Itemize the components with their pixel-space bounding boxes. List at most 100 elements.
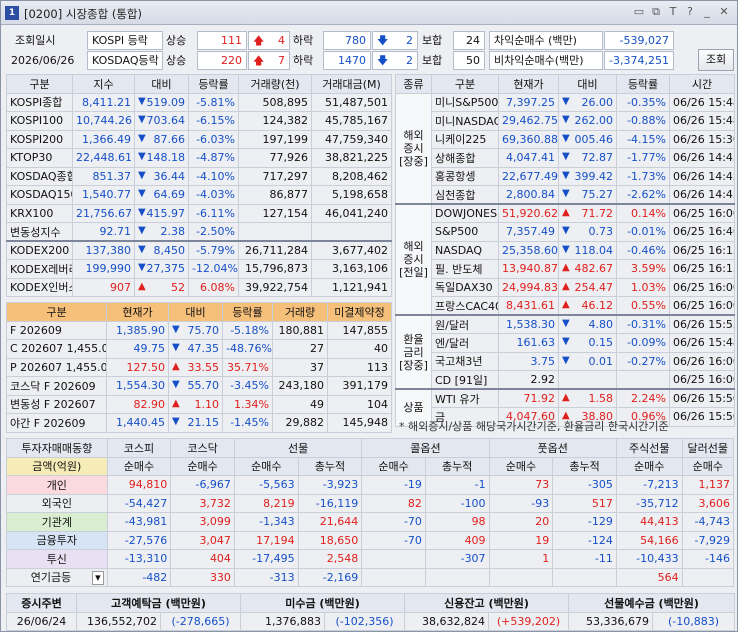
investor-value: -54,427 xyxy=(106,493,172,513)
investor-row[interactable]: 개인 94,810 -6,967 -5,563 -3,923 -19 -1 73 -305 -7,… xyxy=(6,475,735,495)
index-value: 1,366.49 xyxy=(72,129,135,149)
change-value: 1.10 xyxy=(194,397,220,411)
change-value: 47.35 xyxy=(187,342,220,356)
index-row[interactable]: KODEX200 137,380 ▼ 8,450 -5.79% 26,711,284 3,6… xyxy=(6,240,392,260)
futures-pct: -1.45% xyxy=(222,413,273,433)
change-cell: ▼ 703.64 xyxy=(134,111,189,131)
investor-value: 3,099 xyxy=(170,512,235,532)
global-row[interactable]: 독일DAX30 24,994.83 ▲ 254.47 1.03% 06/25 16:00 xyxy=(396,277,735,297)
query-button[interactable]: 조회 xyxy=(698,49,734,71)
global-row[interactable]: 국고채3년 3.75 ▼ 0.01 -0.27% 06/26 16:00 xyxy=(396,351,735,371)
index-row[interactable]: KTOP30 22,448.61 ▼ 148.18 -4.87% 77,926 38,821… xyxy=(6,148,392,168)
investor-row[interactable]: 외국인 -54,427 3,732 8,219 -16,119 82 -100 -93 517-… xyxy=(6,493,735,513)
global-row[interactable]: 홍콩항셍 22,677.49 ▼ 399.42 -1.73% 06/26 14:43 xyxy=(396,166,735,186)
change-cell: ▼ 4.80 xyxy=(558,314,617,334)
global-row[interactable]: 필. 반도체 13,940.87 ▲ 482.67 3.59% 06/25 16:15 xyxy=(396,259,735,279)
global-row[interactable]: 해외 증시 [전일] DOWJONES 51,920.62 ▲ 71.72 0.14% 06… xyxy=(395,203,735,316)
futures-row[interactable]: C 202607 1,455.0 49.75 ▼ 47.35 -48.76% 27 40 xyxy=(6,339,392,359)
global-row[interactable]: 상품 WTI 유가 71.92 ▲ 1.58 2.24% 06/26 15:50 xyxy=(395,388,735,427)
triangle-down-icon: ▼ xyxy=(138,188,146,200)
investor-value xyxy=(424,567,490,587)
global-name: 원/달러 xyxy=(431,314,499,334)
investor-value: -3,923 xyxy=(297,475,363,495)
global-row[interactable]: 미니NASDAQ 29,462.75 ▼ 262.00 -0.88% 06/26 15:4… xyxy=(396,111,735,131)
investor-row[interactable]: 금융투자 -27,576 3,047 17,194 18,650 -70 409 19 -124… xyxy=(6,530,735,550)
index-name: KOSDAQ150 xyxy=(6,185,73,205)
index-volume: 77,926 xyxy=(238,148,312,168)
global-row[interactable]: 프랑스CAC40 8,431.61 ▲ 46.12 0.55% 06/25 16:00 xyxy=(396,296,735,316)
index-row[interactable]: KODEX인버스 907 ▲ 52 6.08% 39,922,754 1,121,941 xyxy=(6,277,392,297)
global-name: DOWJONES xyxy=(431,203,499,223)
global-row[interactable]: 니케이225 69,360.88 ▼ 005.46 -4.15% 06/26 15:30 xyxy=(396,129,735,149)
index-pct: -5.79% xyxy=(188,240,239,260)
change-value: 415.97 xyxy=(146,206,186,220)
triangle-down-icon: ▼ xyxy=(562,354,570,366)
triangle-down-icon: ▼ xyxy=(138,114,146,126)
global-time: 06/26 15:53 xyxy=(669,314,735,334)
copy-icon[interactable]: ⧉ xyxy=(649,5,663,19)
index-row[interactable]: KODEX레버리 199,990 ▼ 27,375 -12.04% 15,796,873 3… xyxy=(6,259,392,279)
triangle-down-icon: ▼ xyxy=(138,262,146,274)
futures-open-interest: 40 xyxy=(327,339,392,359)
close-icon[interactable]: ✕ xyxy=(717,5,731,19)
investor-value: -6,967 xyxy=(170,475,235,495)
investor-subheader-2: 순매수 xyxy=(233,456,299,476)
index-value: 851.37 xyxy=(72,166,135,186)
global-pct: -0.27% xyxy=(616,351,670,371)
futures-row[interactable]: 코스닥 F 202609 1,554.30 ▼ 55.70 -3.45% 243,180 3… xyxy=(6,376,392,396)
triangle-down-icon: ▼ xyxy=(562,225,570,237)
investor-row[interactable]: 연기금등 ▾ -482 330 -313 -2,169 564 xyxy=(6,567,735,587)
change-value: 482.67 xyxy=(574,262,614,276)
global-group-label: 해외 증시 [장중] xyxy=(395,92,432,205)
global-value: 71.92 xyxy=(498,388,559,408)
global-row[interactable]: CD [91일] 2.92 06/25 16:00 xyxy=(396,370,735,390)
global-row[interactable]: 상해종합 4,047.41 ▼ 72.87 -1.77% 06/26 14:43 xyxy=(396,148,735,168)
minimize-icon[interactable]: _ xyxy=(700,5,714,19)
futures-row[interactable]: F 202609 1,385.90 ▼ 75.70 -5.18% 180,881 147,8… xyxy=(6,320,392,340)
investor-name: 금융투자 xyxy=(6,530,108,550)
investor-value: 73 xyxy=(488,475,554,495)
index-row[interactable]: KOSPI200 1,366.49 ▼ 87.66 -6.03% 197,199 47,75… xyxy=(6,129,392,149)
futures-header-5: 미결제약정 xyxy=(327,302,392,322)
global-row[interactable]: 환율 금리 [장중] 원/달러 1,538.30 ▼ 4.80 -0.31% 06/26 1… xyxy=(395,314,735,390)
text-icon[interactable]: T xyxy=(666,5,680,19)
futures-row[interactable]: 변동성 F 202607 82.90 ▲ 1.10 1.34% 49 104 xyxy=(6,394,392,414)
futures-table: 구분 현재가 대비 등락률 거래량 미결제약정 F 202609 1,385.90 ▼ 75.7… xyxy=(6,302,392,433)
futures-row[interactable]: 야간 F 202609 1,440.45 ▼ 21.15 -1.45% 29,882 145… xyxy=(6,413,392,433)
dropdown-arrow-icon[interactable]: ▾ xyxy=(92,571,104,586)
investor-row[interactable]: 투신 -13,310 404 -17,495 2,548 -307 1 -11 -10,433-… xyxy=(6,549,735,569)
global-row[interactable]: NASDAQ 25,358.60 ▼ 118.04 -0.46% 06/25 16:15 xyxy=(396,240,735,260)
query-date-value[interactable]: 2026/06/26 xyxy=(11,51,74,70)
index-row[interactable]: KOSDAQ150 1,540.77 ▼ 64.69 -4.03% 86,877 5,198… xyxy=(6,185,392,205)
investor-value: 564 xyxy=(615,567,683,587)
index-row[interactable]: KOSPI종합 8,411.21 ▼ 519.09 -5.81% 508,895 51,48… xyxy=(6,92,392,112)
index-value: 22,448.61 xyxy=(72,148,135,168)
investor-value: 409 xyxy=(424,530,490,550)
global-row[interactable]: 심천종합 2,800.84 ▼ 75.27 -2.62% 06/26 14:43 xyxy=(396,185,735,205)
arb-label: 차익순매수 (백만) xyxy=(489,31,603,50)
change-cell xyxy=(558,370,617,390)
investor-value: -70 xyxy=(361,530,426,550)
change-value: 64.69 xyxy=(153,188,186,202)
investor-value: -7,213 xyxy=(615,475,683,495)
index-row[interactable]: KOSDAQ종합 851.37 ▼ 36.44 -4.10% 717,297 8,208,4… xyxy=(6,166,392,186)
index-row[interactable]: KRX100 21,756.67 ▼ 415.97 -6.11% 127,154 46,04… xyxy=(6,203,392,223)
help-icon[interactable]: ? xyxy=(683,5,697,19)
index-header-1: 지수 xyxy=(72,74,135,94)
deposit-value: 38,632,824 xyxy=(404,611,490,631)
index-pct: -6.11% xyxy=(188,203,239,223)
global-row[interactable]: 엔/달러 161.63 ▼ 0.15 -0.09% 06/26 15:48 xyxy=(396,333,735,353)
index-row[interactable]: 변동성지수 92.71 ▼ 2.38 -2.50% xyxy=(6,222,392,242)
restore-icon[interactable]: ▭ xyxy=(632,5,646,19)
index-row[interactable]: KOSPI100 10,744.26 ▼ 703.64 -6.15% 124,382 45,… xyxy=(6,111,392,131)
futures-name: F 202609 xyxy=(6,320,107,340)
deposit-change-value: -102,356 xyxy=(339,614,390,628)
index-value: 8,411.21 xyxy=(72,92,135,112)
index-value: 92.71 xyxy=(72,222,135,242)
global-row[interactable]: S&P500 7,357.49 ▼ 0.73 -0.01% 06/25 16:46 xyxy=(396,222,735,242)
global-row[interactable]: 해외 증시 [장중] 미니S&P500 7,397.25 ▼ 26.00 -0.35% 06… xyxy=(395,92,735,205)
global-pct: -2.62% xyxy=(616,185,670,205)
futures-row[interactable]: P 202607 1,455.0 127.50 ▲ 33.55 35.71% 37 113 xyxy=(6,357,392,377)
global-time: 06/26 14:43 xyxy=(669,166,735,186)
investor-row[interactable]: 기관계 -43,981 3,099 -1,343 21,644 -70 98 20 -129 44… xyxy=(6,512,735,532)
